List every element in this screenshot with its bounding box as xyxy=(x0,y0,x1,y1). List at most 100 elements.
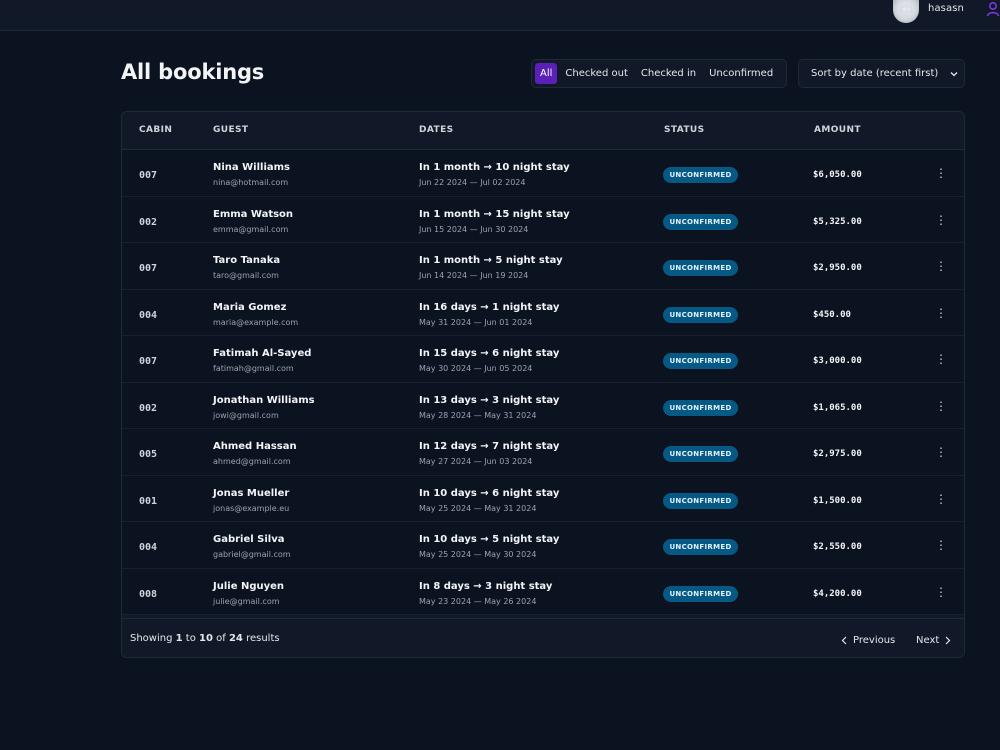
chevron-left-icon xyxy=(841,636,847,644)
guest-email: nina@hotmail.com xyxy=(213,178,289,187)
more-vertical-icon[interactable]: ⋮ xyxy=(935,258,947,274)
more-vertical-icon[interactable]: ⋮ xyxy=(935,444,947,460)
guest-cell: Jonas Mueller jonas@example.eu xyxy=(213,488,289,513)
guest-name: Ahmed Hassan xyxy=(213,441,297,452)
filter-checked-in-button[interactable]: Checked in xyxy=(636,63,701,84)
previous-page-button[interactable]: Previous xyxy=(840,631,895,649)
filter-all-button[interactable]: All xyxy=(535,63,558,84)
dates-cell: In 1 month → 15 night stay Jun 15 2024 —… xyxy=(419,209,570,234)
results-word: results xyxy=(246,633,280,644)
stay-date-range: May 28 2024 — May 31 2024 xyxy=(419,410,537,420)
guest-name: Gabriel Silva xyxy=(213,534,285,545)
results-summary-prefix: Showing xyxy=(130,633,173,644)
dates-cell: In 1 month → 10 night stay Jun 22 2024 —… xyxy=(419,162,570,187)
stay-date-range: May 25 2024 — May 31 2024 xyxy=(419,503,537,513)
status-badge: UNCONFIRMED xyxy=(663,585,738,602)
cabin-number: 001 xyxy=(139,495,158,507)
stay-date-range: May 27 2024 — Jun 03 2024 xyxy=(419,457,533,466)
status-badge: UNCONFIRMED xyxy=(663,167,738,183)
more-vertical-icon[interactable]: ⋮ xyxy=(935,305,947,321)
stay-date-range: Jun 14 2024 — Jun 19 2024 xyxy=(419,271,529,280)
results-to-word: to xyxy=(185,633,196,644)
username: hasasn xyxy=(928,3,964,14)
results-of-word: of xyxy=(216,633,226,644)
booking-amount: $1,065.00 xyxy=(813,402,862,413)
user-icon[interactable] xyxy=(986,1,1000,17)
table-row: 005 Ahmed Hassan ahmed@gmail.com In 12 d… xyxy=(122,429,964,476)
next-page-button[interactable]: Next xyxy=(916,631,952,649)
status-badge: UNCONFIRMED xyxy=(663,539,738,555)
filter-unconfirmed-button[interactable]: Unconfirmed xyxy=(704,63,778,84)
table-row: 007 Nina Williams nina@hotmail.com In 1 … xyxy=(122,150,964,197)
more-vertical-icon[interactable]: ⋮ xyxy=(935,537,947,553)
cabin-number: 005 xyxy=(139,449,158,460)
booking-amount: $450.00 xyxy=(813,309,851,320)
dates-cell: In 10 days → 5 night stay May 25 2024 — … xyxy=(419,534,559,559)
more-vertical-icon[interactable]: ⋮ xyxy=(935,398,947,414)
dates-cell: In 12 days → 7 night stay May 27 2024 — … xyxy=(419,441,559,466)
top-bar: hasasn xyxy=(0,0,1000,31)
cabin-number: 007 xyxy=(139,356,158,367)
stay-date-range: May 31 2024 — Jun 01 2024 xyxy=(419,317,533,327)
status-badge: UNCONFIRMED xyxy=(663,353,738,369)
more-vertical-icon[interactable]: ⋮ xyxy=(935,212,947,228)
sort-select-value: Sort by date (recent first) xyxy=(811,68,939,79)
previous-page-label: Previous xyxy=(853,634,896,646)
table-row: 004 Maria Gomez maria@example.com In 16 … xyxy=(122,289,964,336)
status-badge: UNCONFIRMED xyxy=(663,446,738,462)
results-from: 1 xyxy=(175,633,183,644)
guest-cell: Ahmed Hassan ahmed@gmail.com xyxy=(213,441,297,466)
guest-cell: Emma Watson emma@gmail.com xyxy=(213,209,293,234)
status-badge: UNCONFIRMED xyxy=(663,306,738,323)
table-row: 007 Fatimah Al-Sayed fatimah@gmail.com I… xyxy=(122,336,964,383)
dates-cell: In 8 days → 3 night stay May 23 2024 — M… xyxy=(419,581,552,606)
booking-amount: $2,550.00 xyxy=(813,542,862,552)
cabin-number: 007 xyxy=(139,263,158,274)
status-badge: UNCONFIRMED xyxy=(663,399,738,416)
more-vertical-icon[interactable]: ⋮ xyxy=(935,491,947,507)
stay-summary: In 10 days → 6 night stay xyxy=(419,487,560,499)
more-vertical-icon[interactable]: ⋮ xyxy=(935,165,947,181)
table-body: 007 Nina Williams nina@hotmail.com In 1 … xyxy=(122,150,964,615)
table-header: CABIN GUEST DATES STATUS AMOUNT xyxy=(122,112,964,150)
booking-amount: $1,500.00 xyxy=(813,495,862,506)
table-row: 007 Taro Tanaka taro@gmail.com In 1 mont… xyxy=(122,243,964,290)
dates-cell: In 15 days → 6 night stay May 30 2024 — … xyxy=(419,348,559,373)
stay-date-range: May 25 2024 — May 30 2024 xyxy=(419,550,537,559)
guest-cell: Julie Nguyen julie@gmail.com xyxy=(213,581,284,606)
guest-name: Taro Tanaka xyxy=(213,255,281,266)
guest-cell: Jonathan Williams jowi@gmail.com xyxy=(213,395,315,420)
stay-date-range: Jun 15 2024 — Jun 30 2024 xyxy=(419,224,529,234)
sort-select[interactable]: Sort by date (recent first) xyxy=(798,59,965,88)
guest-cell: Taro Tanaka taro@gmail.com xyxy=(213,255,280,280)
guest-cell: Fatimah Al-Sayed fatimah@gmail.com xyxy=(213,348,311,373)
column-header-cabin: CABIN xyxy=(139,125,173,135)
cabin-number: 004 xyxy=(139,309,158,321)
guest-name: Fatimah Al-Sayed xyxy=(213,348,312,359)
results-summary: Showing 1 to 10 of 24 results xyxy=(130,633,280,644)
column-header-dates: DATES xyxy=(419,125,454,135)
booking-amount: $2,975.00 xyxy=(813,449,862,459)
guest-name: Julie Nguyen xyxy=(213,580,285,592)
table-row: 008 Julie Nguyen julie@gmail.com In 8 da… xyxy=(122,568,964,615)
column-header-guest: GUEST xyxy=(213,125,249,135)
cabin-number: 002 xyxy=(139,402,158,414)
dates-cell: In 10 days → 6 night stay May 25 2024 — … xyxy=(419,488,559,513)
filter-checked-out-button[interactable]: Checked out xyxy=(560,63,632,84)
booking-amount: $2,950.00 xyxy=(813,263,862,273)
more-vertical-icon[interactable]: ⋮ xyxy=(935,351,947,367)
next-page-label: Next xyxy=(916,634,940,646)
cabin-number: 004 xyxy=(139,542,158,553)
stay-summary: In 1 month → 15 night stay xyxy=(419,208,570,220)
status-badge: UNCONFIRMED xyxy=(663,492,738,509)
booking-amount: $5,325.00 xyxy=(813,216,862,227)
avatar[interactable] xyxy=(893,0,919,23)
status-badge: UNCONFIRMED xyxy=(663,260,738,276)
guest-name: Jonathan Williams xyxy=(213,394,315,406)
guest-email: emma@gmail.com xyxy=(213,224,289,234)
cabin-number: 007 xyxy=(139,170,158,181)
page-title: All bookings xyxy=(121,60,265,84)
dates-cell: In 13 days → 3 night stay May 28 2024 — … xyxy=(419,395,559,420)
guest-cell: Gabriel Silva gabriel@gmail.com xyxy=(213,534,291,559)
more-vertical-icon[interactable]: ⋮ xyxy=(935,584,947,600)
